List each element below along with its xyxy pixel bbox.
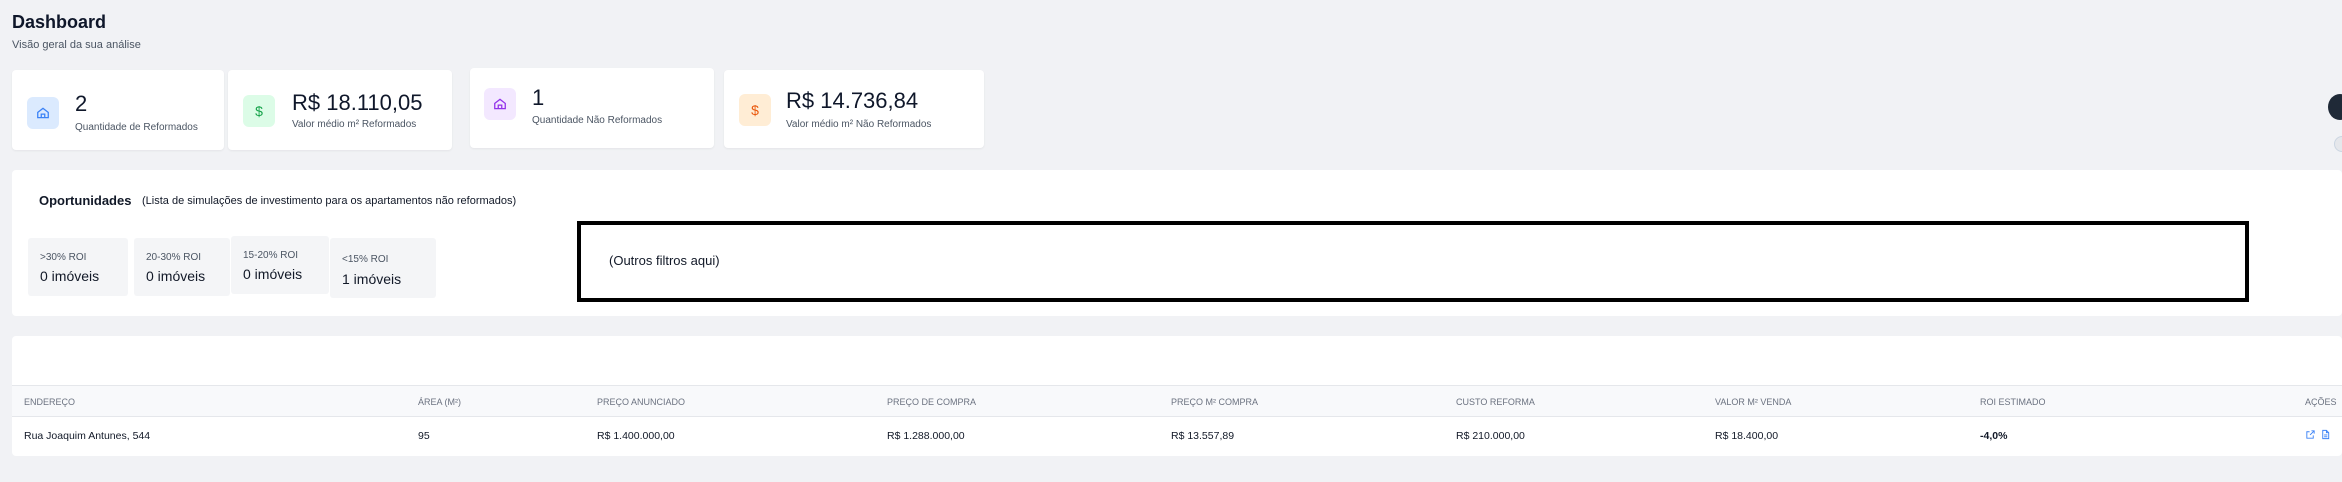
kpi-card-nao-reformados-avg: $ R$ 14.736,84 Valor médio m² Não Reform… <box>724 70 984 148</box>
column-header-preco-anunciado[interactable]: PREÇO ANUNCIADO <box>597 397 685 407</box>
roi-filter-count: 1 imóveis <box>342 271 402 287</box>
column-header-area[interactable]: ÁREA (M²) <box>418 397 461 407</box>
opportunities-description: (Lista de simulações de investimento par… <box>142 195 517 207</box>
kpi-label: Quantidade de Reformados <box>75 122 198 133</box>
kpi-label: Quantidade Não Reformados <box>532 115 663 126</box>
column-header-preco-compra[interactable]: PREÇO DE COMPRA <box>887 397 976 407</box>
kpi-value: R$ 18.110,05 <box>292 90 423 115</box>
cell-area: 95 <box>418 430 430 442</box>
roi-filter-20-30[interactable]: 20-30% ROI 0 imóveis <box>134 238 230 296</box>
cell-preco-anunciado: R$ 1.400.000,00 <box>597 430 675 442</box>
kpi-value: R$ 14.736,84 <box>786 88 919 113</box>
roi-filter-count: 0 imóveis <box>146 268 206 284</box>
roi-filter-count: 0 imóveis <box>40 268 100 284</box>
home-icon <box>484 88 516 120</box>
cell-endereco: Rua Joaquim Antunes, 544 <box>24 430 151 442</box>
roi-filter-gt30[interactable]: >30% ROI 0 imóveis <box>28 238 128 296</box>
column-header-roi[interactable]: ROI ESTIMADO <box>1980 397 2046 407</box>
column-header-acoes: AÇÕES <box>2305 397 2337 407</box>
opportunities-title: Oportunidades <box>39 193 132 208</box>
roi-filter-label: 15-20% ROI <box>243 250 299 261</box>
cell-preco-m2-compra: R$ 13.557,89 <box>1171 430 1235 442</box>
roi-filter-label: <15% ROI <box>342 254 389 265</box>
other-filters-placeholder: (Outros filtros aqui) <box>609 253 720 268</box>
column-header-valor-m2-venda[interactable]: VALOR M² VENDA <box>1715 397 1791 407</box>
kpi-label: Valor médio m² Reformados <box>292 119 417 130</box>
dollar-icon: $ <box>739 94 771 126</box>
column-header-endereco[interactable]: ENDEREÇO <box>24 397 75 407</box>
cell-roi: -4,0% <box>1980 430 2008 442</box>
roi-filter-15-20[interactable]: 15-20% ROI 0 imóveis <box>231 236 329 294</box>
kpi-value: 2 <box>75 91 88 116</box>
document-icon[interactable] <box>2320 429 2331 440</box>
column-header-custo-reforma[interactable]: CUSTO REFORMA <box>1456 397 1535 407</box>
kpi-card-reformados-count: 2 Quantidade de Reformados <box>12 70 224 150</box>
roi-filter-label: >30% ROI <box>40 252 87 263</box>
external-link-icon[interactable] <box>2305 429 2316 440</box>
cell-custo-reforma: R$ 210.000,00 <box>1456 430 1525 442</box>
other-filters-box: (Outros filtros aqui) <box>577 221 2249 302</box>
kpi-card-reformados-avg: $ R$ 18.110,05 Valor médio m² Reformados <box>228 70 452 150</box>
column-header-preco-m2-compra[interactable]: PREÇO M² COMPRA <box>1171 397 1258 407</box>
avatar[interactable] <box>2328 94 2342 120</box>
page-title: Dashboard <box>12 12 107 32</box>
home-icon <box>27 97 59 129</box>
toggle-handle[interactable] <box>2334 136 2342 152</box>
roi-filter-label: 20-30% ROI <box>146 252 202 263</box>
dollar-icon: $ <box>243 95 275 127</box>
cell-valor-m2-venda: R$ 18.400,00 <box>1715 430 1779 442</box>
roi-filter-count: 0 imóveis <box>243 266 303 282</box>
kpi-value: 1 <box>532 85 545 110</box>
opportunities-section: Oportunidades (Lista de simulações de in… <box>12 170 2342 316</box>
roi-filter-lt15[interactable]: <15% ROI 1 imóveis <box>330 238 436 298</box>
page-subtitle: Visão geral da sua análise <box>12 39 141 51</box>
kpi-label: Valor médio m² Não Reformados <box>786 119 932 130</box>
cell-preco-compra: R$ 1.288.000,00 <box>887 430 965 442</box>
kpi-card-nao-reformados-count: 1 Quantidade Não Reformados <box>470 68 714 148</box>
